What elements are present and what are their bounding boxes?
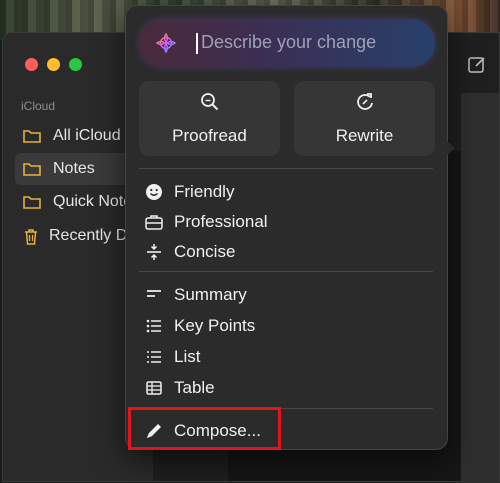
concise-label: Concise: [174, 242, 236, 261]
note-preview-edge: [461, 93, 499, 483]
professional-option[interactable]: Professional: [144, 208, 434, 236]
proofread-label: Proofread: [172, 125, 247, 145]
key-points-option[interactable]: Key Points: [144, 312, 434, 340]
sidebar-item-label: All iCloud: [53, 127, 121, 144]
window-controls: [25, 58, 82, 71]
proofread-button[interactable]: Proofread: [139, 81, 280, 156]
list-icon: [144, 347, 164, 367]
describe-change-placeholder: Describe your change: [201, 32, 377, 52]
proofread-icon: [200, 92, 220, 117]
table-option[interactable]: Table: [144, 374, 434, 402]
friendly-label: Friendly: [174, 182, 235, 201]
popover-arrow: [446, 140, 455, 156]
divider: [139, 271, 433, 272]
close-button[interactable]: [25, 58, 38, 71]
rewrite-button[interactable]: Rewrite: [294, 81, 435, 156]
rewrite-icon: [355, 92, 375, 117]
folder-icon: [23, 129, 43, 143]
apple-intelligence-icon: [155, 32, 177, 54]
key-points-icon: [144, 316, 164, 336]
divider: [139, 168, 433, 169]
summary-option[interactable]: Summary: [144, 281, 434, 309]
folder-icon: [23, 195, 43, 209]
concise-icon: [144, 242, 164, 262]
writing-tools-popover: Describe your change Proofread Rewrite F…: [125, 5, 448, 450]
minimize-button[interactable]: [47, 58, 60, 71]
list-label: List: [174, 347, 201, 366]
summary-icon: [144, 285, 164, 305]
key-points-label: Key Points: [174, 316, 256, 335]
zoom-button[interactable]: [69, 58, 82, 71]
rewrite-label: Rewrite: [335, 125, 394, 145]
compose-highlight-box: [128, 407, 281, 450]
sidebar-section-label: iCloud: [21, 99, 56, 113]
summary-label: Summary: [174, 285, 247, 304]
new-note-icon[interactable]: [467, 55, 487, 75]
folder-icon: [23, 162, 43, 176]
briefcase-icon: [144, 212, 164, 232]
describe-change-input[interactable]: Describe your change: [139, 19, 435, 67]
friendly-option[interactable]: Friendly: [144, 178, 434, 206]
table-label: Table: [174, 378, 215, 397]
professional-label: Professional: [174, 212, 268, 231]
table-icon: [144, 378, 164, 398]
list-option[interactable]: List: [144, 343, 434, 371]
concise-option[interactable]: Concise: [144, 238, 434, 266]
smiley-icon: [144, 182, 164, 202]
text-cursor: [196, 33, 198, 54]
trash-icon: [23, 228, 39, 245]
sidebar-item-label: Notes: [53, 160, 95, 177]
